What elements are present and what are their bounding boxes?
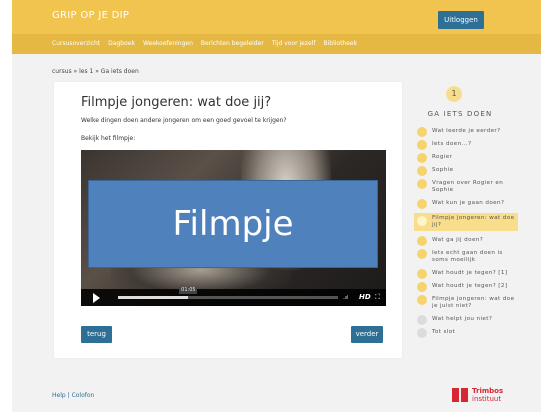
lesson-step-label: Wat helpt jou niet? (432, 316, 493, 322)
logo-line2: instituut (472, 395, 502, 403)
step-pending-icon (417, 315, 427, 325)
colofon-link[interactable]: Colofon (72, 392, 95, 399)
lesson-step-item[interactable]: Wat helpt jou niet? (414, 315, 518, 325)
lesson-step-label: Wat houdt je tegen? [1] (432, 270, 508, 276)
content-card: Filmpje jongeren: wat doe jij? Welke din… (54, 82, 402, 358)
step-status-icon (417, 295, 427, 305)
step-status-icon (417, 179, 427, 189)
sidebar-title: GA IETS DOEN (427, 110, 493, 118)
play-icon[interactable] (93, 293, 100, 303)
lesson-step-label: Sophie (432, 167, 454, 173)
lesson-step-item[interactable]: Tot slot (414, 328, 518, 338)
nav-item-tijd-voor-jezelf[interactable]: Tijd voor jezelf (272, 40, 316, 47)
nav-item-cursusoverzicht[interactable]: Cursusoverzicht (52, 40, 100, 47)
video-overlay-label: Filmpje (88, 180, 378, 268)
next-button[interactable]: verder (351, 326, 383, 343)
step-status-icon (417, 153, 427, 163)
lesson-step-label: Wat ga jij doen? (432, 237, 484, 243)
video-progress-track[interactable]: 01:05 (118, 287, 338, 299)
top-bar: GRIP OP JE DIP Uitloggen (12, 0, 541, 34)
lesson-step-label: Filmpje jongeren: wat doe je juist niet? (432, 296, 515, 309)
step-status-icon (417, 269, 427, 279)
intro-text: Welke dingen doen andere jongeren om een… (81, 117, 287, 124)
main-nav: Cursusoverzicht Dagboek Weekoefeningen B… (12, 34, 541, 54)
back-button[interactable]: terug (81, 326, 112, 343)
lesson-step-item[interactable]: Rogier (414, 153, 518, 163)
video-controls: 01:05 ..ııl HD ⛶ (81, 287, 386, 306)
help-link[interactable]: Help (52, 392, 66, 399)
trimbos-logo-mark (452, 388, 468, 402)
nav-item-berichten[interactable]: Berichten begeleider (201, 40, 264, 47)
breadcrumb: cursus » les 1 » Ga iets doen (52, 68, 139, 75)
lesson-step-label: Wat houdt je tegen? [2] (432, 283, 508, 289)
video-time: 01:05 (179, 287, 198, 294)
lesson-step-label: Tot slot (432, 329, 456, 335)
lesson-step-label: Filmpje jongeren: wat doe jij? (432, 215, 515, 228)
nav-item-dagboek[interactable]: Dagboek (108, 40, 135, 47)
logo-line1: Trimbos (472, 387, 504, 395)
lesson-step-item[interactable]: Iets doen...? (414, 140, 518, 150)
step-status-icon (417, 216, 427, 226)
lesson-steps-list: Wat leerde je eerder? Iets doen...? Rogier… (414, 127, 518, 342)
nav-item-bibliotheek[interactable]: Bibliotheek (323, 40, 357, 47)
app-shell: GRIP OP JE DIP Uitloggen Cursusoverzicht… (12, 0, 541, 412)
lesson-step-item[interactable]: Vragen over Rogier en Sophie (414, 179, 518, 194)
lesson-step-label: Iets doen...? (432, 141, 472, 147)
step-status-icon (417, 249, 427, 259)
lesson-step-item[interactable]: Sophie (414, 166, 518, 176)
fullscreen-icon[interactable]: ⛶ (375, 293, 380, 302)
volume-icon[interactable]: ..ııl (343, 295, 348, 301)
lesson-step-item[interactable]: Wat ga jij doen? (414, 236, 518, 246)
step-status-icon (417, 140, 427, 150)
step-pending-icon (417, 328, 427, 338)
lesson-step-item[interactable]: Wat kun je gaan doen? (414, 199, 518, 209)
step-status-icon (417, 199, 427, 209)
lesson-step-label: Wat kun je gaan doen? (432, 200, 505, 206)
video-player[interactable]: Filmpje 01:05 ..ııl HD ⛶ (81, 150, 386, 306)
step-status-icon (417, 127, 427, 137)
lesson-number-badge: 1 (446, 86, 462, 102)
step-status-icon (417, 282, 427, 292)
video-progress-fill (118, 296, 189, 299)
lesson-step-item[interactable]: Wat houdt je tegen? [1] (414, 269, 518, 279)
watch-prompt: Bekijk het filmpje: (81, 135, 136, 142)
lesson-step-label: Vragen over Rogier en Sophie (432, 180, 504, 193)
hd-toggle[interactable]: HD (359, 293, 371, 301)
logout-button[interactable]: Uitloggen (438, 11, 484, 29)
nav-item-weekoefeningen[interactable]: Weekoefeningen (143, 40, 193, 47)
footer-separator: | (67, 392, 70, 399)
lesson-step-label: Iets echt gaan doen is soms moeilijk (432, 250, 503, 263)
lesson-step-item[interactable]: Iets echt gaan doen is soms moeilijk (414, 249, 518, 264)
lesson-step-item[interactable]: Filmpje jongeren: wat doe je juist niet? (414, 295, 518, 310)
brand-title[interactable]: GRIP OP JE DIP (52, 10, 129, 21)
lesson-step-label: Rogier (432, 154, 453, 160)
lesson-step-item[interactable]: Wat leerde je eerder? (414, 127, 518, 137)
lesson-step-item[interactable]: Filmpje jongeren: wat doe jij? (414, 213, 518, 231)
page-title: Filmpje jongeren: wat doe jij? (81, 95, 272, 110)
footer-links: Help | Colofon (52, 392, 94, 399)
trimbos-logo: Trimbos instituut (452, 385, 522, 405)
lesson-step-item[interactable]: Wat houdt je tegen? [2] (414, 282, 518, 292)
lesson-step-label: Wat leerde je eerder? (432, 128, 501, 134)
step-status-icon (417, 236, 427, 246)
step-status-icon (417, 166, 427, 176)
